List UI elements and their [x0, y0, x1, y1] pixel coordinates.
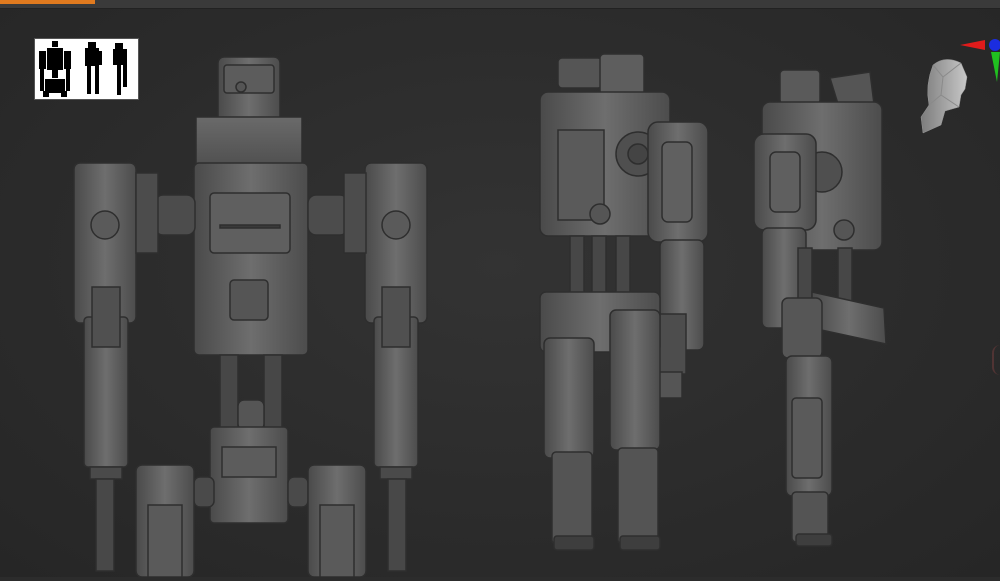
robot-side-render — [753, 69, 887, 547]
robot-front-render — [73, 56, 428, 578]
head-orientation-icon — [920, 59, 968, 134]
model-back-view[interactable] — [530, 52, 715, 552]
edge-marker — [992, 345, 1000, 375]
robot-back-render — [539, 53, 709, 551]
head-orientation-widget[interactable] — [915, 55, 975, 140]
top-toolbar-strip — [0, 0, 1000, 9]
model-side-view[interactable] — [752, 68, 892, 548]
model-front-view[interactable] — [70, 55, 440, 578]
active-tab-indicator[interactable] — [0, 0, 95, 4]
